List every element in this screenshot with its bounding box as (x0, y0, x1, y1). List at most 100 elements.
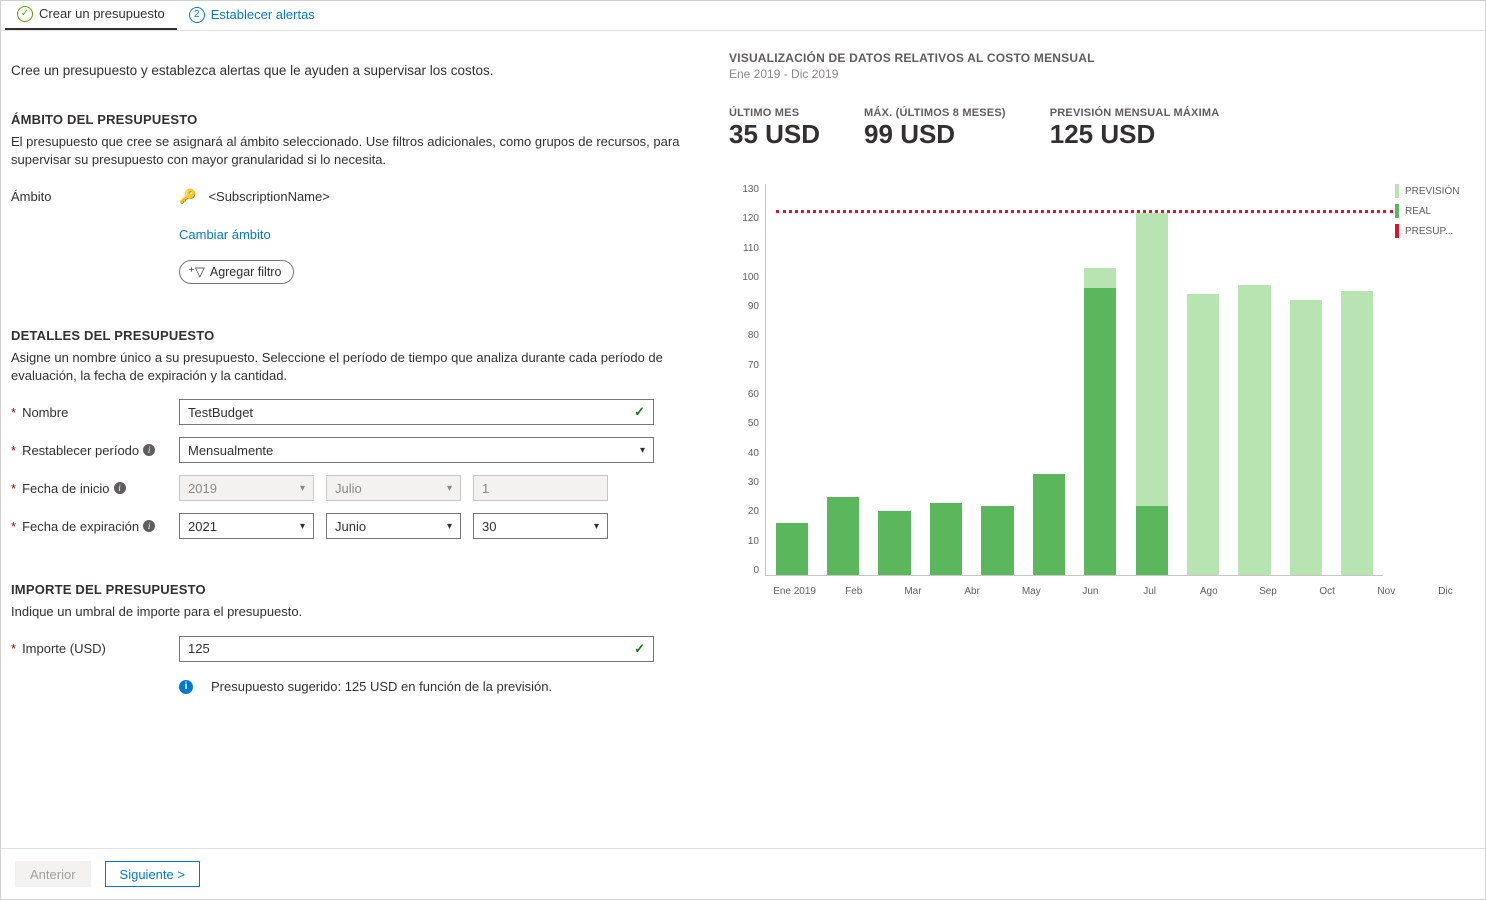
filter-icon: ⁺▽ (188, 264, 205, 280)
viz-title: VISUALIZACIÓN DE DATOS RELATIVOS AL COST… (729, 51, 1475, 65)
name-input[interactable]: TestBudget ✓ (179, 399, 654, 425)
start-month-value: Julio (335, 481, 362, 496)
chart-xtick: Oct (1298, 580, 1357, 597)
chart-xtick: May (1002, 580, 1061, 597)
end-month-value: Junio (335, 519, 366, 534)
scope-value: <SubscriptionName> (208, 189, 329, 204)
name-value: TestBudget (188, 405, 253, 420)
stat-last-month: ÚLTIMO MES 35 USD (729, 107, 820, 150)
chart-ytick: 90 (748, 301, 759, 312)
end-date-label: Fecha de expiración (22, 519, 139, 534)
chart-xtick: Mar (883, 580, 942, 597)
stat-forecast: PREVISIÓN MENSUAL MÁXIMA 125 USD (1050, 107, 1220, 150)
tab-create-budget[interactable]: ✓ Crear un presupuesto (5, 2, 177, 30)
amount-input[interactable]: 125 ✓ (179, 636, 654, 662)
wizard-tabs: ✓ Crear un presupuesto 2 Establecer aler… (1, 1, 1485, 31)
chart-ytick: 120 (742, 213, 759, 224)
stat-label: MÁX. (ÚLTIMOS 8 MESES) (864, 107, 1006, 119)
end-month-select[interactable]: Junio ▾ (326, 513, 461, 539)
chart-bar-slot (974, 184, 1021, 575)
chevron-down-icon: ▾ (300, 483, 305, 494)
chart: 1301201101009080706050403020100 PREVISIÓ… (729, 184, 1475, 624)
add-filter-label: Agregar filtro (210, 265, 282, 279)
legend-label: REAL (1405, 206, 1431, 217)
wizard-footer: Anterior Siguiente > (1, 848, 1485, 899)
chart-xaxis: Ene 2019FebMarAbrMayJunJulAgoSepOctNovDi… (765, 580, 1475, 597)
tab-set-alerts[interactable]: 2 Establecer alertas (177, 3, 327, 29)
chart-ytick: 60 (748, 389, 759, 400)
key-icon: 🔑 (179, 188, 196, 205)
stat-value: 35 USD (729, 119, 820, 150)
chart-ytick: 70 (748, 360, 759, 371)
chart-bar-slot (1025, 184, 1072, 575)
chart-bar-forecast (1238, 285, 1270, 575)
end-day-value: 30 (482, 519, 496, 534)
chart-bar-slot (922, 184, 969, 575)
chart-budget-line (776, 210, 1393, 213)
chart-ytick: 50 (748, 418, 759, 429)
start-date-label: Fecha de inicio (22, 481, 109, 496)
chart-ytick: 20 (748, 506, 759, 517)
chart-plot (765, 184, 1383, 576)
chart-xtick: Dic (1416, 580, 1475, 597)
reset-period-select[interactable]: Mensualmente ▾ (179, 437, 654, 463)
check-icon: ✓ (634, 404, 645, 420)
chart-bar-slot (871, 184, 918, 575)
chart-bars (766, 184, 1383, 575)
reset-label: Restablecer período (22, 443, 139, 458)
chart-bar-real (827, 497, 859, 575)
chart-bar-slot (1282, 184, 1329, 575)
chevron-down-icon: ▾ (447, 483, 452, 494)
scope-row: Ámbito 🔑 <SubscriptionName> (11, 182, 685, 210)
step-number-icon: 2 (189, 7, 205, 23)
viz-subtitle: Ene 2019 - Dic 2019 (729, 67, 1475, 81)
details-helper: Asigne un nombre único a su presupuesto.… (11, 349, 685, 384)
chart-ytick: 10 (748, 536, 759, 547)
chart-xtick: Feb (824, 580, 883, 597)
chevron-down-icon: ▾ (300, 521, 305, 532)
chart-bar-slot (1334, 184, 1381, 575)
legend-label: PRESUP... (1405, 226, 1453, 237)
chart-ytick: 110 (743, 243, 759, 254)
amount-suggestion: Presupuesto sugerido: 125 USD en función… (211, 679, 552, 694)
budget-create-page: ✓ Crear un presupuesto 2 Establecer aler… (0, 0, 1486, 900)
name-label: Nombre (22, 405, 68, 420)
stat-label: PREVISIÓN MENSUAL MÁXIMA (1050, 107, 1220, 119)
swatch-budget-icon (1395, 224, 1399, 238)
legend-label: PREVISIÓN (1405, 186, 1459, 197)
chevron-down-icon: ▾ (594, 521, 599, 532)
start-month-select: Julio ▾ (326, 475, 461, 501)
stat-value: 99 USD (864, 119, 1006, 150)
scope-helper: El presupuesto que cree se asignará al á… (11, 133, 685, 168)
tab-label: Establecer alertas (211, 7, 315, 22)
chart-bar-forecast (1341, 291, 1373, 575)
change-scope-link[interactable]: Cambiar ámbito (179, 227, 271, 242)
chart-xtick: Abr (943, 580, 1002, 597)
chart-bar-real (930, 503, 962, 575)
chart-bar-slot (819, 184, 866, 575)
chart-ytick: 30 (748, 477, 759, 488)
info-icon[interactable]: i (114, 482, 126, 494)
start-year-value: 2019 (188, 481, 217, 496)
chart-ytick: 0 (753, 565, 759, 576)
info-icon: i (179, 680, 193, 694)
chart-yaxis: 1301201101009080706050403020100 (729, 184, 765, 576)
scope-label: Ámbito (11, 189, 179, 204)
end-year-select[interactable]: 2021▾ (179, 513, 314, 539)
info-icon[interactable]: i (143, 520, 155, 532)
info-icon[interactable]: i (143, 444, 155, 456)
end-day-select[interactable]: 30 ▾ (473, 513, 608, 539)
start-day-value: 1 (482, 481, 489, 496)
amount-label: Importe (USD) (22, 641, 106, 656)
swatch-real-icon (1395, 204, 1399, 218)
chart-ytick: 130 (742, 184, 759, 195)
chart-bar-slot (1128, 184, 1175, 575)
chart-bar-forecast (1290, 300, 1322, 575)
add-filter-button[interactable]: ⁺▽ Agregar filtro (179, 260, 294, 284)
amount-heading: IMPORTE DEL PRESUPUESTO (11, 582, 685, 597)
next-button[interactable]: Siguiente > (105, 861, 200, 887)
chart-bar-slot (1231, 184, 1278, 575)
chevron-down-icon: ▾ (447, 521, 452, 532)
stat-label: ÚLTIMO MES (729, 107, 820, 119)
chart-xtick: Ago (1179, 580, 1238, 597)
